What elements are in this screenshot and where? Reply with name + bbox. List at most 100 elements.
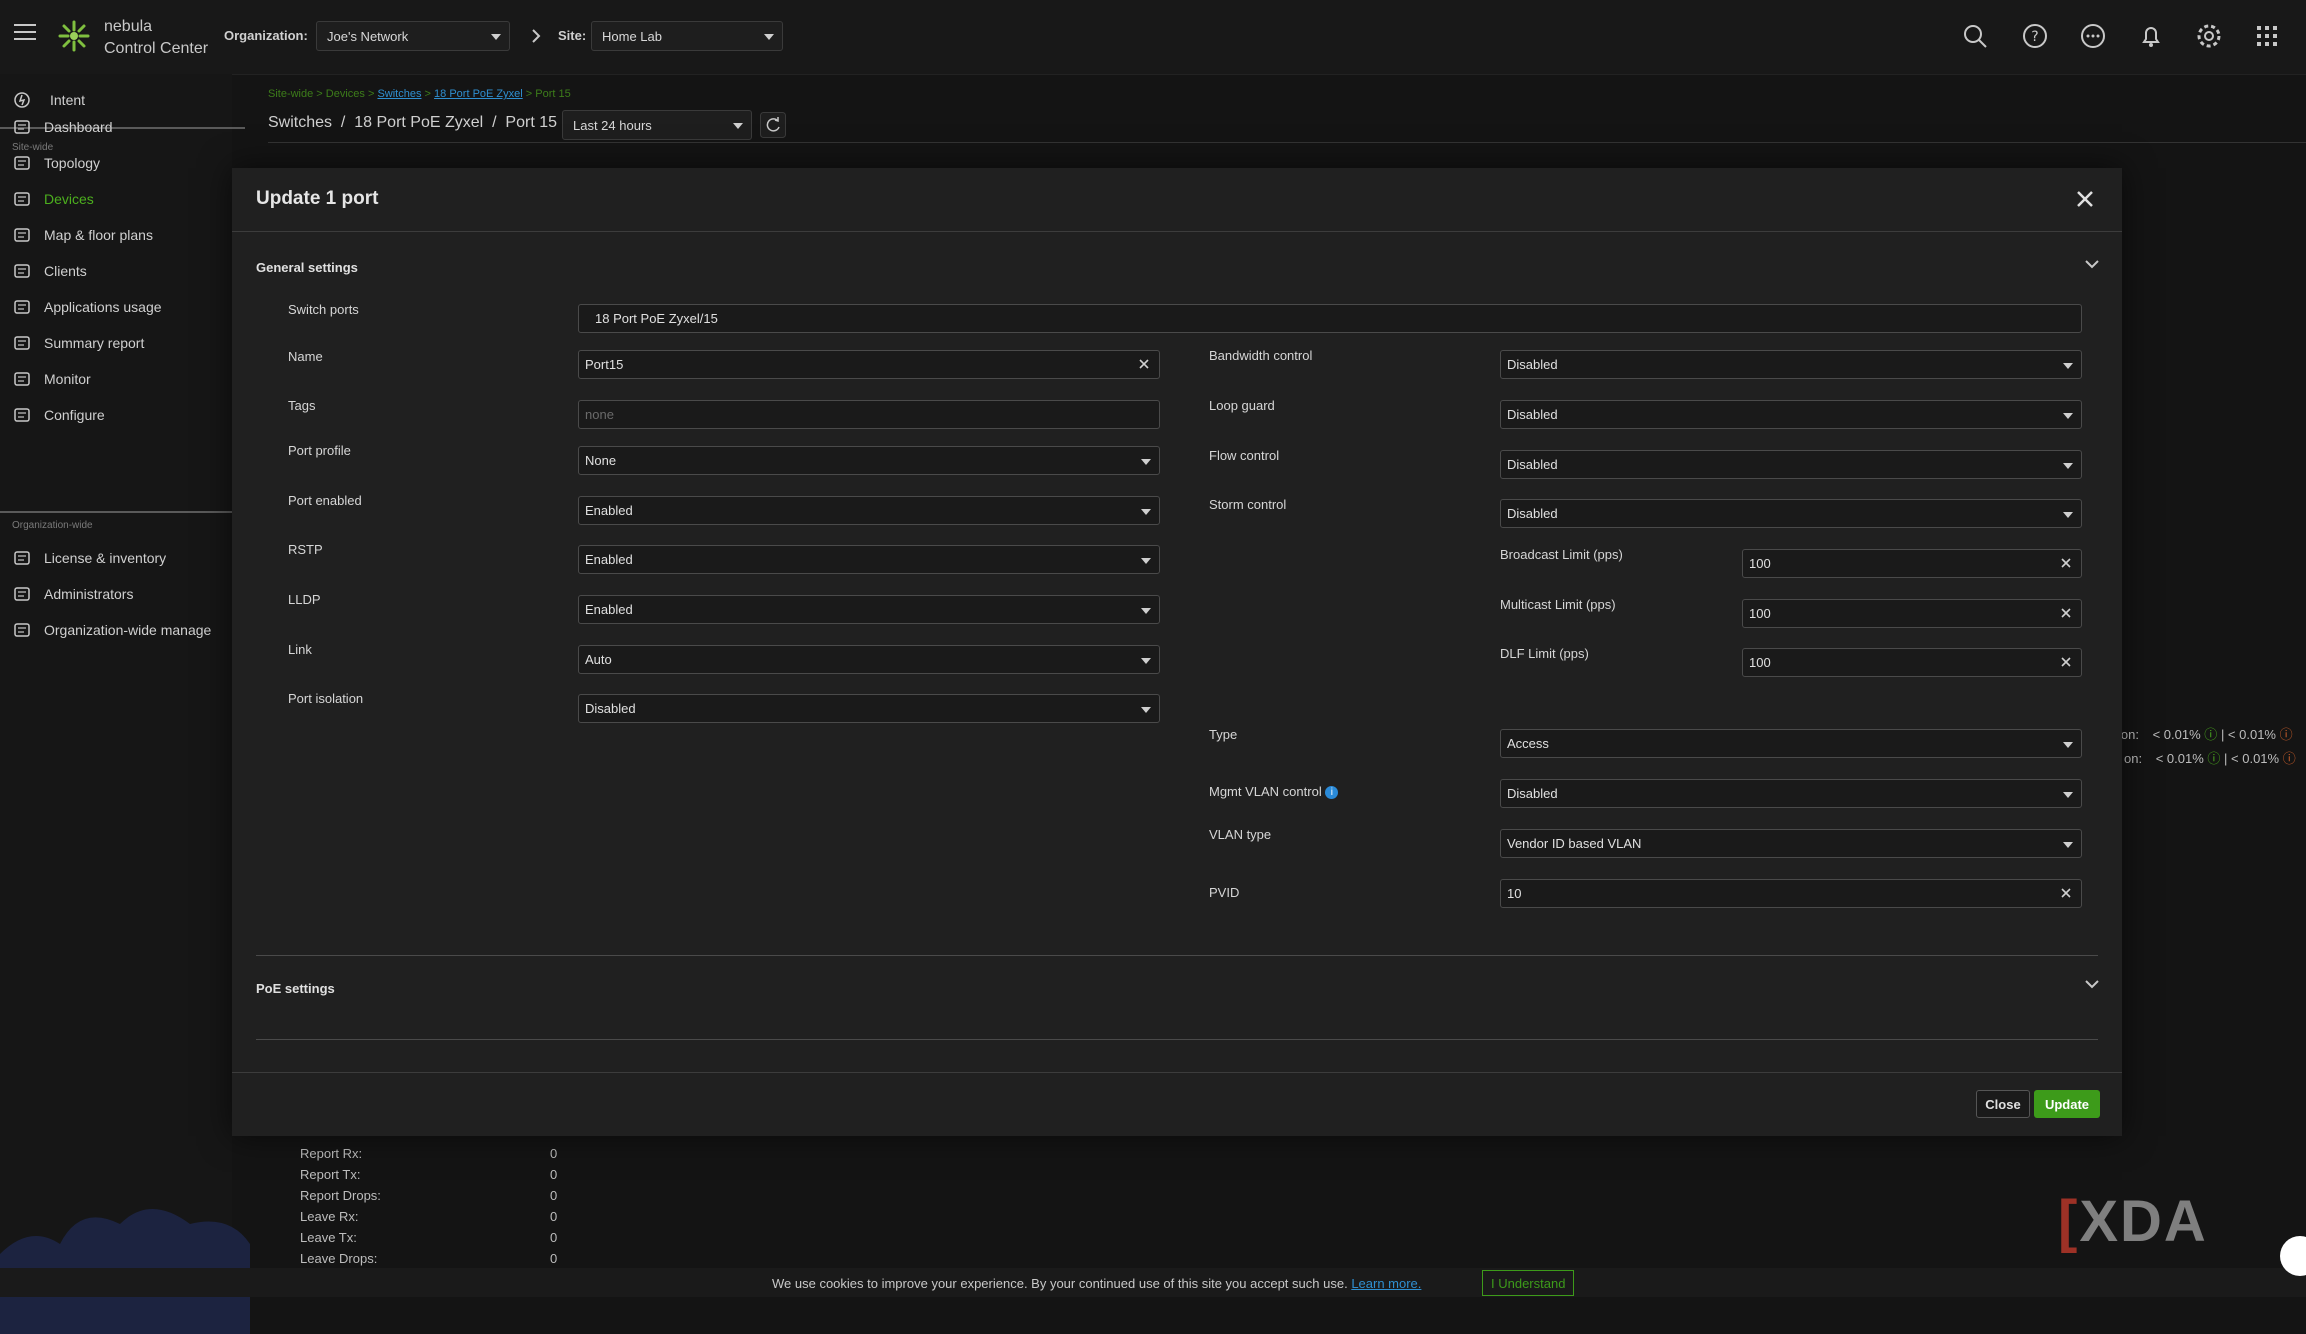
info-icon[interactable]: i xyxy=(1325,786,1339,800)
breadcrumb-device[interactable]: 18 Port PoE Zyxel xyxy=(434,88,523,100)
name-label: Name xyxy=(288,349,323,364)
clear-icon[interactable] xyxy=(2059,556,2073,570)
name-input[interactable]: Port15 xyxy=(578,350,1160,379)
sidebar-item-organization-wide-manage[interactable]: Organization-wide manage xyxy=(12,618,211,642)
org-select[interactable]: Joe's Network xyxy=(316,21,510,51)
chevron-down-icon xyxy=(2063,791,2073,798)
link-select[interactable]: Auto xyxy=(578,645,1160,674)
learn-more-link[interactable]: Learn more. xyxy=(1351,1276,1421,1291)
sidebar-item-devices[interactable]: Devices xyxy=(12,187,94,211)
org-label: Organization: xyxy=(224,28,308,43)
general-settings-title[interactable]: General settings xyxy=(256,260,358,275)
monitor-icon xyxy=(12,369,32,389)
link-value: Auto xyxy=(585,652,612,667)
switch-ports-value: 18 Port PoE Zyxel/15 xyxy=(595,311,718,326)
rstp-select[interactable]: Enabled xyxy=(578,545,1160,574)
chevron-down-icon xyxy=(1141,657,1151,664)
sidebar-item-map-floor-plans[interactable]: Map & floor plans xyxy=(12,223,153,247)
storm-control-value: Disabled xyxy=(1507,506,1558,521)
time-range-select[interactable]: Last 24 hours xyxy=(562,110,752,140)
close-icon[interactable] xyxy=(2076,190,2094,208)
sidebar-item-clients[interactable]: Clients xyxy=(12,259,87,283)
gear-icon[interactable] xyxy=(2194,21,2224,51)
sidebar-item-label: Map & floor plans xyxy=(44,227,153,243)
dlf-limit-input[interactable]: 100 xyxy=(1742,648,2082,677)
help-icon[interactable]: ? xyxy=(2020,21,2050,51)
sidebar-item-intent[interactable]: Intent xyxy=(12,88,85,112)
chat-icon[interactable] xyxy=(2078,21,2108,51)
side-stat-value: | < 0.01% xyxy=(2224,751,2280,766)
stat-label: Report Tx: xyxy=(300,1167,361,1182)
sidebar-item-license-inventory[interactable]: License & inventory xyxy=(12,546,166,570)
sidebar-item-label: Organization-wide manage xyxy=(44,622,212,638)
broadcast-limit-input[interactable]: 100 xyxy=(1742,549,2082,578)
sidebar-item-label: Administrators xyxy=(44,586,134,602)
page-divider xyxy=(268,142,2306,143)
site-select-value: Home Lab xyxy=(602,28,662,44)
clear-icon[interactable] xyxy=(2059,886,2073,900)
port-isolation-select[interactable]: Disabled xyxy=(578,694,1160,723)
apps-grid-icon[interactable] xyxy=(2252,21,2282,51)
close-button[interactable]: Close xyxy=(1976,1090,2030,1118)
site-label: Site: xyxy=(558,28,587,43)
stat-label: Leave Drops: xyxy=(300,1251,378,1266)
mgmt-vlan-control-select[interactable]: Disabled xyxy=(1500,779,2082,808)
sidebar-item-summary-report[interactable]: Summary report xyxy=(12,331,144,355)
section-divider xyxy=(256,955,2098,956)
hamburger-menu-icon[interactable] xyxy=(14,24,36,42)
sidebar-item-configure[interactable]: Configure xyxy=(12,403,105,427)
bell-icon[interactable] xyxy=(2136,21,2166,51)
multicast-limit-label: Multicast Limit (pps) xyxy=(1500,597,1616,612)
multicast-limit-input[interactable]: 100 xyxy=(1742,599,2082,628)
type-value: Access xyxy=(1507,736,1549,751)
chevron-down-icon xyxy=(2063,511,2073,518)
sidebar-item-label: Topology xyxy=(44,155,101,171)
chevron-down-icon[interactable] xyxy=(2084,258,2100,270)
type-select[interactable]: Access xyxy=(1500,729,2082,758)
clear-icon[interactable] xyxy=(2059,606,2073,620)
breadcrumb-switches[interactable]: Switches xyxy=(377,88,421,100)
poe-settings-title[interactable]: PoE settings xyxy=(256,981,335,996)
lldp-select[interactable]: Enabled xyxy=(578,595,1160,624)
port-enabled-select[interactable]: Enabled xyxy=(578,496,1160,525)
update-button[interactable]: Update xyxy=(2034,1090,2100,1118)
storm-control-select[interactable]: Disabled xyxy=(1500,499,2082,528)
modal-footer-divider xyxy=(232,1072,2122,1073)
sidebar-item-topology[interactable]: Topology xyxy=(12,151,100,175)
flow-control-select[interactable]: Disabled xyxy=(1500,450,2082,479)
multicast-limit-value: 100 xyxy=(1749,606,1771,621)
dashboard-icon xyxy=(12,117,32,137)
pvid-input[interactable]: 10 xyxy=(1500,879,2082,908)
devices-icon xyxy=(12,189,32,209)
broadcast-limit-label: Broadcast Limit (pps) xyxy=(1500,547,1623,562)
sidebar-item-label: Clients xyxy=(44,263,87,279)
vlan-type-select[interactable]: Vendor ID based VLAN xyxy=(1500,829,2082,858)
port-profile-select[interactable]: None xyxy=(578,446,1160,475)
search-icon[interactable] xyxy=(1960,21,1990,51)
cookie-text: We use cookies to improve your experienc… xyxy=(772,1276,1348,1291)
sidebar-item-dashboard[interactable]: Dashboard xyxy=(12,115,113,139)
cookie-accept-button[interactable]: I Understand xyxy=(1482,1270,1575,1296)
sidebar-item-monitor[interactable]: Monitor xyxy=(12,367,91,391)
tags-input[interactable]: none xyxy=(578,400,1160,429)
breadcrumb-separator: > xyxy=(424,88,431,100)
link-label: Link xyxy=(288,642,312,657)
chevron-down-icon[interactable] xyxy=(2084,978,2100,990)
mgmt-vlan-control-value: Disabled xyxy=(1507,786,1558,801)
loop-guard-select[interactable]: Disabled xyxy=(1500,400,2082,429)
switch-ports-field[interactable]: 18 Port PoE Zyxel/15 xyxy=(578,304,2082,333)
vlan-type-value: Vendor ID based VLAN xyxy=(1507,836,1642,851)
check-circle-icon: ⓘ xyxy=(2204,727,2218,742)
report-icon xyxy=(12,333,32,353)
sidebar-item-administrators[interactable]: Administrators xyxy=(12,582,133,606)
site-select[interactable]: Home Lab xyxy=(591,21,783,51)
refresh-icon[interactable] xyxy=(760,112,786,138)
clear-icon[interactable] xyxy=(2059,655,2073,669)
bandwidth-control-select[interactable]: Disabled xyxy=(1500,350,2082,379)
sidebar-item-applications-usage[interactable]: Applications usage xyxy=(12,295,162,319)
sidebar: Intent Site-wide Dashboard Topology Device… xyxy=(0,74,250,1334)
tags-placeholder: none xyxy=(585,407,614,422)
cookie-text-wrap: We use cookies to improve your experienc… xyxy=(772,1276,1421,1291)
clear-icon[interactable] xyxy=(1137,357,1151,371)
dlf-limit-label: DLF Limit (pps) xyxy=(1500,646,1589,661)
